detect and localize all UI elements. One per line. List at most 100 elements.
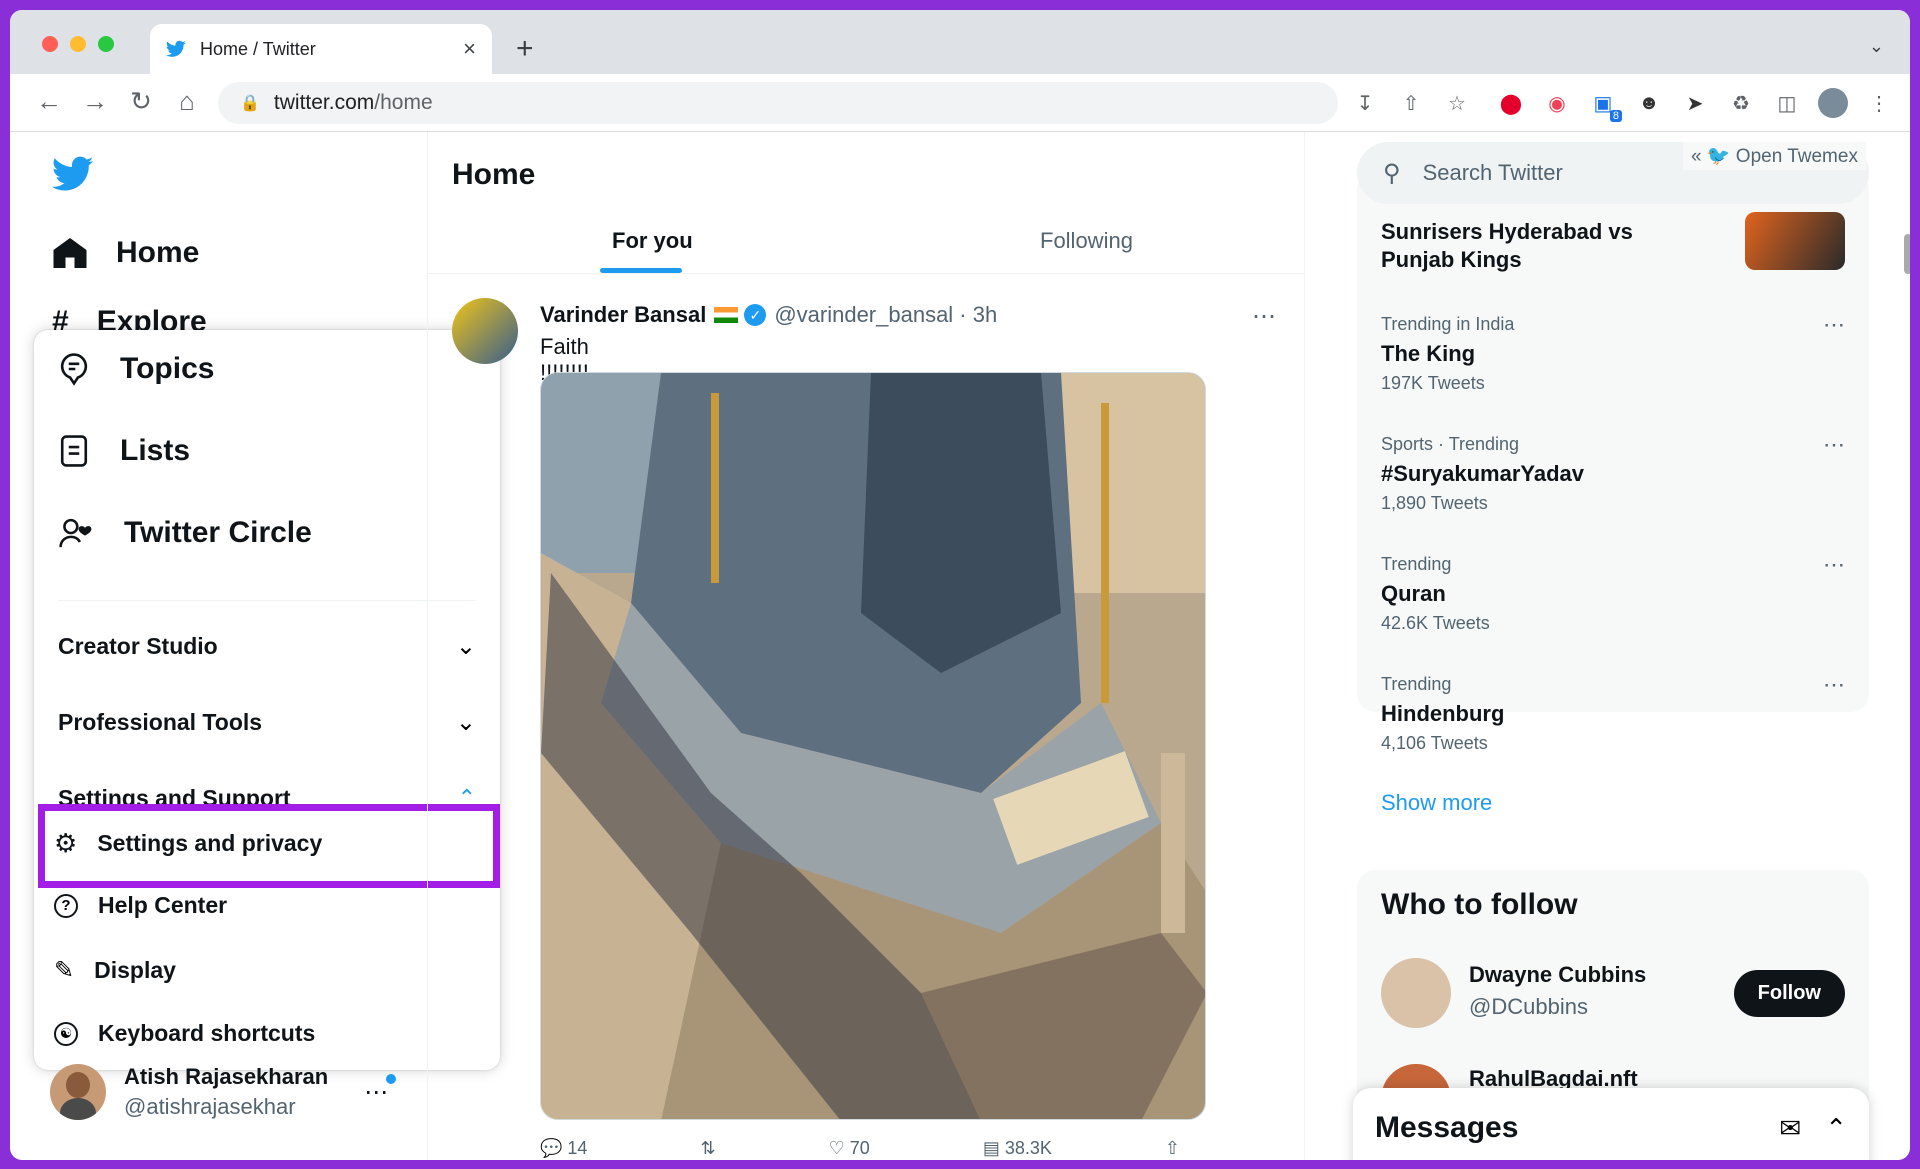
page-scrollbar[interactable]: [1904, 234, 1910, 274]
trend-category: Trending: [1381, 554, 1452, 574]
menu-topics[interactable]: Topics: [58, 352, 214, 386]
spy-extension-icon[interactable]: ☻: [1634, 88, 1664, 118]
share-icon[interactable]: ⇧: [1396, 88, 1426, 118]
menu-keyboard-shortcuts[interactable]: ☯ Keyboard shortcuts: [54, 1020, 315, 1047]
show-more-link[interactable]: Show more: [1381, 790, 1492, 816]
account-avatar: [50, 1064, 106, 1120]
like-count: 70: [849, 1138, 870, 1158]
profile-avatar[interactable]: [1818, 88, 1848, 118]
trend-thumbnail: [1745, 212, 1845, 270]
trend-count: 4,106 Tweets: [1381, 733, 1488, 753]
follow-name[interactable]: Dwayne Cubbins: [1469, 962, 1646, 988]
reply-action[interactable]: 💬 14: [540, 1138, 587, 1159]
browser-menu-icon[interactable]: ⋮: [1864, 88, 1894, 118]
creator-studio-section[interactable]: Creator Studio ⌄: [58, 622, 476, 670]
back-arrow-icon[interactable]: ←: [32, 86, 66, 117]
tweet-author-name[interactable]: Varinder Bansal: [540, 302, 706, 328]
professional-tools-section[interactable]: Professional Tools ⌄: [58, 698, 476, 746]
page-title: Home: [452, 158, 536, 191]
pocket-extension-icon[interactable]: ◉: [1542, 88, 1572, 118]
address-bar[interactable]: 🔒 twitter.com/home: [218, 82, 1338, 124]
new-message-icon[interactable]: ✉: [1779, 1113, 1801, 1144]
minimize-window-button[interactable]: [70, 36, 86, 52]
trend-item[interactable]: Sports · Trending #SuryakumarYadav 1,890…: [1381, 434, 1584, 514]
reload-icon[interactable]: ↻: [124, 86, 158, 117]
trend-more-icon[interactable]: ⋯: [1823, 672, 1845, 698]
account-switcher[interactable]: Atish Rajasekharan @atishrajasekhar ⋯: [50, 1064, 397, 1120]
maximize-window-button[interactable]: [98, 36, 114, 52]
display-label: Display: [94, 957, 176, 983]
twitter-favicon-icon: [166, 40, 186, 57]
url-text: twitter.com/home: [274, 91, 433, 115]
close-tab-icon[interactable]: ×: [463, 36, 476, 62]
trend-count: 197K Tweets: [1381, 373, 1485, 393]
menu-display[interactable]: ✎ Display: [54, 956, 176, 985]
tweet-header: Varinder Bansal ✓ @varinder_bansal · 3h: [540, 302, 997, 328]
retweet-icon[interactable]: ⇅: [700, 1138, 715, 1159]
view-count: 38.3K: [1004, 1138, 1052, 1158]
menu-help-center[interactable]: ? Help Center: [54, 892, 227, 919]
help-center-label: Help Center: [98, 892, 228, 918]
forward-arrow-icon[interactable]: →: [78, 86, 112, 117]
topics-icon: [60, 353, 88, 386]
browser-window: Home / Twitter × + ⌄ ← → ↻ ⌂ 🔒 twitter.c…: [10, 10, 1910, 1160]
menu-lists[interactable]: Lists: [58, 434, 190, 468]
tweet-handle-time: @varinder_bansal · 3h: [774, 302, 998, 327]
tweet-author-avatar[interactable]: [452, 298, 518, 364]
trend-item[interactable]: Trending Quran 42.6K Tweets: [1381, 554, 1490, 634]
account-info: Atish Rajasekharan @atishrajasekhar: [124, 1064, 328, 1120]
expand-chevron-icon[interactable]: ⌃: [1825, 1113, 1847, 1144]
account-name: Atish Rajasekharan: [124, 1064, 329, 1089]
trend-category: Trending in India: [1381, 314, 1515, 334]
trend-name: Quran: [1381, 581, 1446, 606]
install-icon[interactable]: ↧: [1350, 88, 1380, 118]
send-extension-icon[interactable]: ➤: [1680, 88, 1710, 118]
url-path: /home: [374, 91, 433, 114]
creator-studio-label: Creator Studio: [58, 632, 218, 659]
nav-home[interactable]: Home: [52, 236, 199, 270]
tweet-more-icon[interactable]: ⋯: [1252, 302, 1278, 331]
side-panel-icon[interactable]: ◫: [1772, 88, 1802, 118]
twitter-circle-icon: [59, 518, 92, 548]
main-timeline: Home For you Following Varinder Bansal ✓…: [427, 132, 1305, 1160]
open-twemex-button[interactable]: « 🐦 Open Twemex: [1683, 142, 1866, 170]
trend-top[interactable]: Sunrisers Hyderabad vs Punjab Kings: [1381, 218, 1711, 274]
trend-count: 1,890 Tweets: [1381, 493, 1488, 513]
share-icon[interactable]: ⇧: [1165, 1138, 1180, 1159]
close-window-button[interactable]: [42, 36, 58, 52]
trend-item[interactable]: Trending in India The King 197K Tweets: [1381, 314, 1514, 394]
keyboard-shortcuts-label: Keyboard shortcuts: [98, 1020, 316, 1046]
follow-handle: @DCubbins: [1469, 994, 1588, 1019]
home-icon[interactable]: ⌂: [170, 86, 204, 117]
search-placeholder: Search Twitter: [1422, 160, 1563, 185]
trend-item[interactable]: Trending Hindenburg 4,106 Tweets: [1381, 674, 1504, 754]
follow-button[interactable]: Follow: [1733, 970, 1845, 1017]
trend-more-icon[interactable]: ⋯: [1823, 312, 1845, 338]
trend-more-icon[interactable]: ⋯: [1823, 552, 1845, 578]
follow-avatar[interactable]: [1381, 958, 1451, 1028]
trend-more-icon[interactable]: ⋯: [1823, 432, 1845, 458]
menu-twitter-circle[interactable]: Twitter Circle: [58, 516, 312, 550]
tweet-image[interactable]: [540, 372, 1206, 1120]
home-filled-icon: [53, 238, 87, 268]
reply-count: 14: [567, 1138, 588, 1158]
messages-drawer[interactable]: Messages ✉ ⌃: [1353, 1088, 1869, 1160]
twitter-logo-icon[interactable]: [52, 156, 94, 192]
tab-strip: Home / Twitter × + ⌄: [10, 10, 1910, 74]
views-action[interactable]: ▤ 38.3K: [983, 1138, 1052, 1159]
new-tab-button[interactable]: +: [516, 32, 534, 66]
search-icon: ⚲: [1383, 159, 1401, 187]
bookmark-star-icon[interactable]: ☆: [1442, 88, 1472, 118]
trend-name: Hindenburg: [1381, 701, 1505, 726]
like-action[interactable]: ♡ 70: [829, 1138, 870, 1159]
notification-dot: [386, 1073, 397, 1084]
more-dots-icon[interactable]: ⋯: [364, 1073, 397, 1107]
trend-category: Sports · Trending: [1381, 434, 1520, 454]
tab-following[interactable]: Following: [1040, 228, 1133, 254]
puzzle-extensions-icon[interactable]: ♻: [1726, 88, 1756, 118]
tab-for-you[interactable]: For you: [612, 228, 693, 254]
extension-badge-icon[interactable]: ▣ 8: [1588, 88, 1622, 122]
tab-search-chevron-icon[interactable]: ⌄: [1869, 36, 1884, 57]
browser-tab[interactable]: Home / Twitter ×: [150, 24, 492, 74]
opera-extension-icon[interactable]: ⬤: [1496, 88, 1526, 118]
